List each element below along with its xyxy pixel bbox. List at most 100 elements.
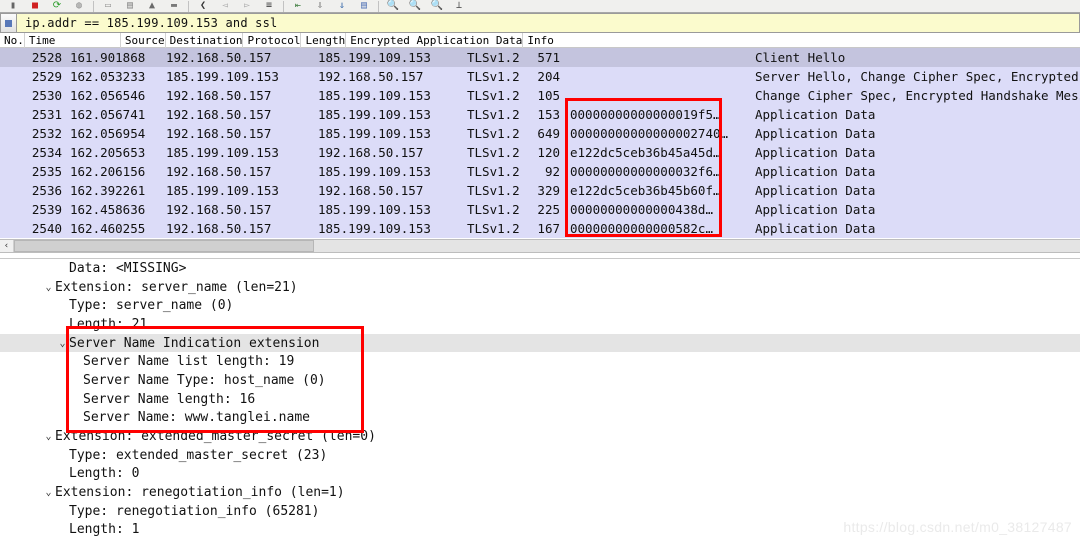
column-header-source[interactable]: Source	[121, 33, 166, 48]
column-header-info[interactable]: Info	[523, 33, 1080, 48]
go-last-packet-icon[interactable]: ⇩	[309, 0, 331, 12]
go-forward-icon[interactable]: ▻	[236, 0, 258, 12]
packet-cell-destination: 185.199.109.153	[318, 164, 431, 179]
display-filter-input[interactable]: ip.addr == 185.199.109.153 and ssl	[16, 13, 1080, 33]
reload-file-icon[interactable]: ▬	[163, 0, 185, 12]
packet-list-header[interactable]: No. Time Source Destination Protocol Length En…	[0, 33, 1080, 48]
packet-list-body[interactable]: 2528 161.901868 192.168.50.157 185.199.109.…	[0, 48, 1080, 238]
column-header-no[interactable]: No.	[0, 33, 25, 48]
column-header-protocol[interactable]: Protocol	[243, 33, 302, 48]
column-header-destination[interactable]: Destination	[166, 33, 244, 48]
capture-options-icon-glyph: ◍	[75, 0, 83, 11]
packet-row[interactable]: 2532 162.056954 192.168.50.157 185.199.109.…	[0, 124, 1080, 143]
detail-tree-row[interactable]: Type: server_name (0)	[0, 296, 1080, 315]
detail-tree-row[interactable]: Data: <MISSING>	[0, 259, 1080, 278]
detail-tree-label: Server Name: www.tanglei.name	[83, 410, 310, 426]
toolbar-separator	[93, 1, 94, 12]
packet-row[interactable]: 2530 162.056546 192.168.50.157 185.199.109.…	[0, 86, 1080, 105]
packet-cell-no: 2528	[31, 50, 62, 65]
detail-tree-row[interactable]: Server Name length: 16	[0, 390, 1080, 409]
detail-tree-row[interactable]: Type: renegotiation_info (65281)	[0, 502, 1080, 521]
main-toolbar: ▮ ■ ⟳ ◍ ▭ ▤ ▲ ▬ ❮ ◅ ▻ ≡ ⇤ ⇩ ⇓ ▤ 🔍 🔍 🔍 ⊥	[0, 0, 1080, 13]
zoom-out-icon[interactable]: 🔍	[404, 0, 426, 12]
capture-stop-icon[interactable]: ■	[24, 0, 46, 12]
capture-start-icon[interactable]: ▮	[2, 0, 24, 12]
detail-tree-row[interactable]: Server Name list length: 19	[0, 352, 1080, 371]
find-packet-icon-glyph: ❮	[199, 0, 207, 11]
column-header-encrypted[interactable]: Encrypted Application Data	[346, 33, 524, 48]
packet-list-pane[interactable]: No. Time Source Destination Protocol Length En…	[0, 33, 1080, 239]
chevron-down-icon[interactable]: ⌄	[56, 338, 69, 349]
go-back-icon[interactable]: ◅	[214, 0, 236, 12]
packet-row[interactable]: 2539 162.458636 192.168.50.157 185.199.109.…	[0, 200, 1080, 219]
detail-tree-label: Server Name Type: host_name (0)	[83, 372, 326, 388]
packet-cell-length: 571	[537, 50, 560, 65]
chevron-down-icon[interactable]: ⌄	[42, 431, 55, 442]
packet-cell-info: Application Data	[755, 126, 876, 141]
column-header-time[interactable]: Time	[25, 33, 121, 48]
detail-tree-row[interactable]: ⌄ Extension: extended_master_secret (len=…	[0, 427, 1080, 446]
colorize-icon[interactable]: ▤	[353, 0, 375, 12]
packet-cell-protocol: TLSv1.2	[467, 69, 520, 84]
capture-stop-icon-glyph: ■	[31, 0, 39, 11]
packet-cell-length: 167	[537, 221, 560, 236]
detail-tree-row[interactable]: Server Name: www.tanglei.name	[0, 409, 1080, 428]
chevron-down-icon[interactable]: ⌄	[42, 282, 55, 293]
packet-cell-no: 2539	[31, 202, 62, 217]
packet-row[interactable]: 2540 162.460255 192.168.50.157 185.199.109.…	[0, 219, 1080, 238]
hscroll-left-arrow[interactable]: ‹	[0, 240, 13, 252]
packet-row[interactable]: 2529 162.053233 185.199.109.153 192.168.50.…	[0, 67, 1080, 86]
hscroll-track[interactable]	[13, 240, 1080, 252]
detail-tree-label: Extension: renegotiation_info (len=1)	[55, 485, 345, 501]
filter-bookmark-icon[interactable]	[0, 13, 16, 33]
capture-restart-icon[interactable]: ⟳	[46, 0, 68, 12]
packet-cell-source: 192.168.50.157	[166, 50, 272, 65]
packet-cell-destination: 192.168.50.157	[318, 145, 424, 160]
packet-cell-destination: 185.199.109.153	[318, 221, 431, 236]
find-packet-icon[interactable]: ❮	[192, 0, 214, 12]
zoom-in-icon[interactable]: 🔍	[382, 0, 404, 12]
packet-list-hscrollbar[interactable]: ‹	[0, 239, 1080, 253]
display-filter-bar: ip.addr == 185.199.109.153 and ssl	[0, 13, 1080, 33]
hscroll-thumb[interactable]	[14, 240, 314, 252]
go-to-packet-icon[interactable]: ≡	[258, 0, 280, 12]
detail-tree-row[interactable]: Length: 21	[0, 315, 1080, 334]
capture-options-icon[interactable]: ◍	[68, 0, 90, 12]
packet-cell-info: Application Data	[755, 221, 876, 236]
packet-details-pane[interactable]: Data: <MISSING> ⌄ Extension: server_name (…	[0, 258, 1080, 543]
packet-cell-encrypted: 00000000000000032f6…	[570, 164, 721, 179]
zoom-reset-icon[interactable]: 🔍	[426, 0, 448, 12]
packet-row[interactable]: 2534 162.205653 185.199.109.153 192.168.50.…	[0, 143, 1080, 162]
packet-row[interactable]: 2536 162.392261 185.199.109.153 192.168.50.…	[0, 181, 1080, 200]
detail-tree-row[interactable]: Server Name Type: host_name (0)	[0, 371, 1080, 390]
packet-cell-time: 162.056546	[70, 88, 146, 103]
packet-cell-source: 185.199.109.153	[166, 145, 279, 160]
close-file-icon[interactable]: ▲	[141, 0, 163, 12]
packet-cell-source: 185.199.109.153	[166, 69, 279, 84]
save-file-icon[interactable]: ▤	[119, 0, 141, 12]
column-header-length[interactable]: Length	[301, 33, 347, 48]
save-file-icon-glyph: ▤	[126, 0, 134, 11]
detail-tree-row[interactable]: Type: extended_master_secret (23)	[0, 446, 1080, 465]
packet-cell-no: 2534	[31, 145, 62, 160]
go-first-packet-icon[interactable]: ⇤	[287, 0, 309, 12]
packet-cell-protocol: TLSv1.2	[467, 126, 520, 141]
autoscroll-icon[interactable]: ⇓	[331, 0, 353, 12]
packet-cell-protocol: TLSv1.2	[467, 50, 520, 65]
resize-columns-icon[interactable]: ⊥	[448, 0, 470, 12]
packet-cell-source: 192.168.50.157	[166, 221, 272, 236]
packet-row[interactable]: 2535 162.206156 192.168.50.157 185.199.109.…	[0, 162, 1080, 181]
detail-tree-row[interactable]: ⌄ Extension: server_name (len=21)	[0, 278, 1080, 297]
packet-cell-length: 225	[537, 202, 560, 217]
packet-row[interactable]: 2531 162.056741 192.168.50.157 185.199.109.…	[0, 105, 1080, 124]
packet-cell-encrypted	[564, 86, 749, 105]
detail-tree-row[interactable]: Length: 0	[0, 465, 1080, 484]
packet-row[interactable]: 2528 161.901868 192.168.50.157 185.199.109.…	[0, 48, 1080, 67]
detail-tree-row[interactable]: ⌄ Server Name Indication extension	[0, 333, 1080, 353]
open-file-icon[interactable]: ▭	[97, 0, 119, 12]
chevron-down-icon[interactable]: ⌄	[42, 487, 55, 498]
go-first-packet-icon-glyph: ⇤	[294, 0, 302, 11]
close-file-icon-glyph: ▲	[148, 0, 156, 11]
packet-cell-destination: 192.168.50.157	[318, 69, 424, 84]
detail-tree-row[interactable]: ⌄ Extension: renegotiation_info (len=1)	[0, 483, 1080, 502]
